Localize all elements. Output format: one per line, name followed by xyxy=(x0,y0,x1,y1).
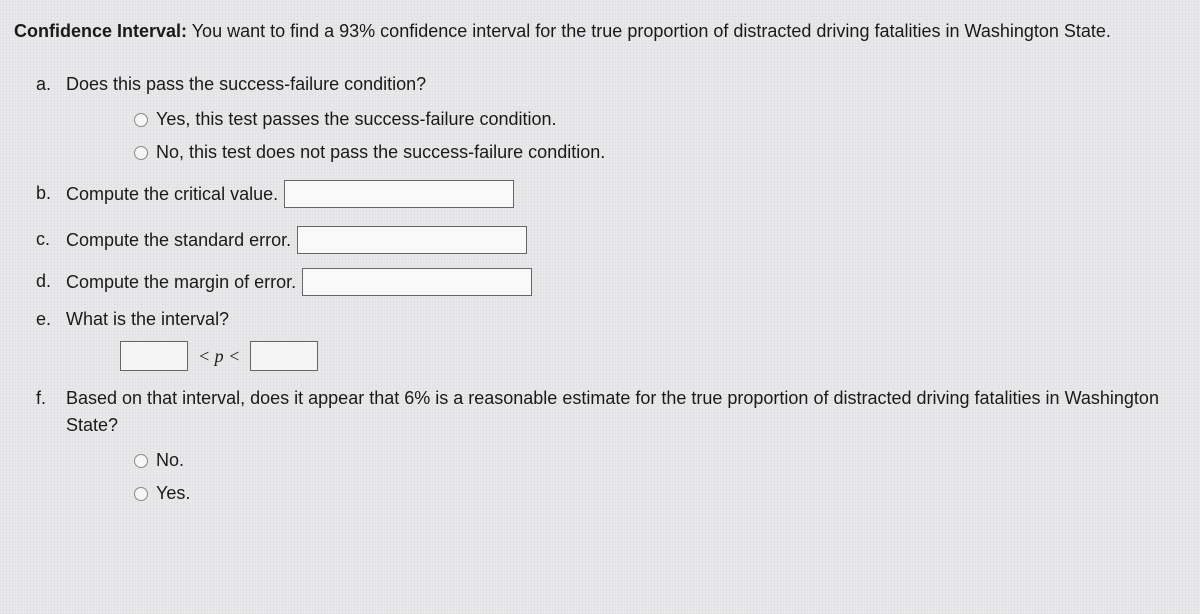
intro-text: You want to find a 93% confidence interv… xyxy=(187,21,1111,41)
question-e-label: e. xyxy=(36,306,51,333)
question-a-options: Yes, this test passes the success-failur… xyxy=(134,106,1186,166)
radio-icon[interactable] xyxy=(134,146,148,160)
option-f-no-label: No. xyxy=(156,447,184,474)
option-f-yes-label: Yes. xyxy=(156,480,190,507)
radio-icon[interactable] xyxy=(134,113,148,127)
question-a: a. Does this pass the success-failure co… xyxy=(66,71,1186,98)
margin-error-input[interactable] xyxy=(302,268,532,296)
option-f-yes[interactable]: Yes. xyxy=(134,480,1186,507)
intro-paragraph: Confidence Interval: You want to find a … xyxy=(14,18,1186,45)
radio-icon[interactable] xyxy=(134,487,148,501)
question-d-text: Compute the margin of error. xyxy=(66,269,296,296)
question-c-label: c. xyxy=(36,226,50,253)
radio-icon[interactable] xyxy=(134,454,148,468)
intro-bold: Confidence Interval: xyxy=(14,21,187,41)
question-e-text: What is the interval? xyxy=(66,309,229,329)
standard-error-input[interactable] xyxy=(297,226,527,254)
question-e: e. What is the interval? xyxy=(66,306,1186,333)
interval-lower-input[interactable] xyxy=(120,341,188,371)
question-list: a. Does this pass the success-failure co… xyxy=(14,71,1186,507)
option-a-no[interactable]: No, this test does not pass the success-… xyxy=(134,139,1186,166)
interval-upper-input[interactable] xyxy=(250,341,318,371)
question-f: f. Based on that interval, does it appea… xyxy=(66,385,1186,439)
option-f-no[interactable]: No. xyxy=(134,447,1186,474)
question-f-options: No. Yes. xyxy=(134,447,1186,507)
question-f-text: Based on that interval, does it appear t… xyxy=(66,388,1159,435)
interval-row: < p < xyxy=(120,341,1186,371)
question-c: c. Compute the standard error. xyxy=(66,226,1186,254)
question-c-text: Compute the standard error. xyxy=(66,227,291,254)
critical-value-input[interactable] xyxy=(284,180,514,208)
question-d-label: d. xyxy=(36,268,51,295)
question-b-label: b. xyxy=(36,180,51,207)
option-a-yes[interactable]: Yes, this test passes the success-failur… xyxy=(134,106,1186,133)
question-f-label: f. xyxy=(36,385,46,412)
question-d: d. Compute the margin of error. xyxy=(66,268,1186,296)
question-b-text: Compute the critical value. xyxy=(66,181,278,208)
option-a-no-label: No, this test does not pass the success-… xyxy=(156,139,605,166)
interval-inequality: < p < xyxy=(198,343,240,370)
option-a-yes-label: Yes, this test passes the success-failur… xyxy=(156,106,557,133)
question-b: b. Compute the critical value. xyxy=(66,180,1186,208)
question-a-label: a. xyxy=(36,71,51,98)
question-a-text: Does this pass the success-failure condi… xyxy=(66,74,426,94)
